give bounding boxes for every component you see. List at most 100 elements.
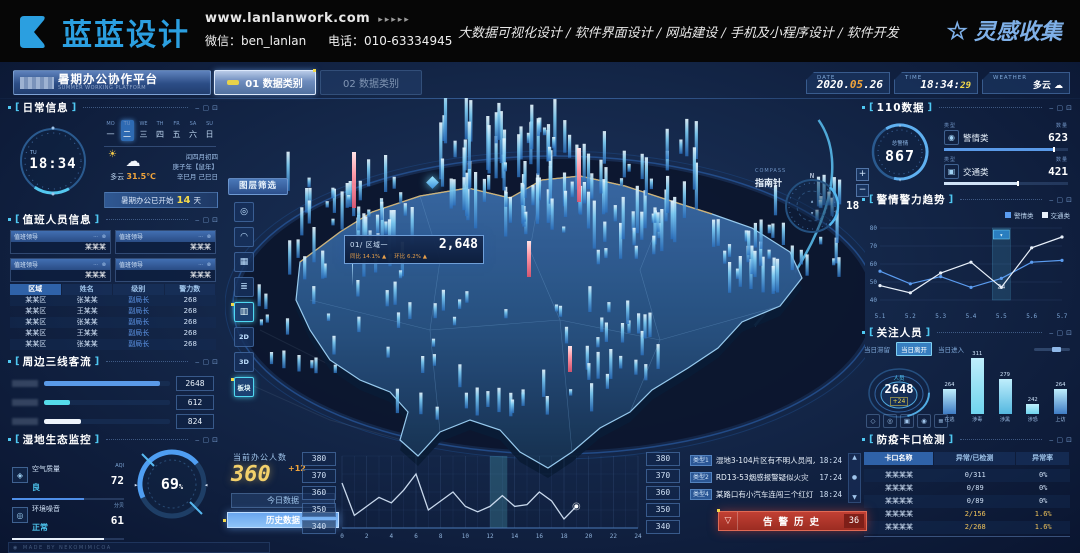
panel-title: 周边三线客流: [23, 354, 92, 369]
window-icon[interactable]: ▢: [1057, 104, 1064, 112]
flow-row: 824: [12, 414, 214, 428]
svg-text:5.7: 5.7: [1057, 313, 1068, 320]
expand-icon[interactable]: ⊡: [1066, 436, 1072, 444]
expand-icon[interactable]: ⊡: [212, 358, 218, 366]
layer-button-3d[interactable]: 3D: [234, 352, 254, 372]
table-row[interactable]: 某某区王某某副局长268: [10, 328, 216, 339]
tab-stay-today[interactable]: 当日滞留: [864, 344, 890, 354]
table-row[interactable]: 某某区张某某副局长268: [10, 317, 216, 328]
svg-text:▴: ▴: [810, 198, 814, 205]
mini-slider[interactable]: [1034, 348, 1070, 351]
duty-card[interactable]: 值班领导⋯ ⊗ 某某某: [115, 230, 216, 254]
alert-row[interactable]: 类型2 RD13-53烟感报警疑似火灾 17:24: [690, 470, 842, 484]
police-icon: ◉: [944, 130, 959, 145]
focus-bar[interactable]: 264上访: [1053, 382, 1068, 423]
svg-text:0: 0: [340, 533, 344, 540]
tab-entered-today[interactable]: 当日进入: [938, 344, 964, 354]
focus-bar-chart[interactable]: 264在逃311涉毒279涉黑242涉恐264上访: [942, 357, 1068, 423]
tab-data-category-2[interactable]: 02 数据类别: [320, 70, 422, 95]
panel-title: 湿地生态监控: [23, 432, 92, 447]
compass-north-label: N: [810, 172, 814, 180]
svg-text:18: 18: [560, 533, 568, 540]
table-row[interactable]: 某某某某2/2681.6%: [864, 521, 1070, 534]
svg-text:24: 24: [634, 533, 642, 540]
alert-scrollbar[interactable]: ▲●▼: [848, 453, 861, 503]
layer-button-list[interactable]: ≣: [234, 277, 254, 297]
redacted-line-label: [12, 418, 38, 425]
tooltip-value: 2,648: [439, 237, 478, 252]
window-icon[interactable]: ▢: [1057, 436, 1064, 444]
svg-text:40: 40: [870, 297, 878, 304]
alarm-count-badge: 36: [844, 514, 864, 528]
window-icon[interactable]: ▢: [203, 104, 210, 112]
expand-icon[interactable]: ⊡: [212, 104, 218, 112]
table-row[interactable]: 某某区张某某副局长268: [10, 295, 216, 306]
warning-triangle-icon: ▽: [719, 512, 738, 530]
table-row[interactable]: 某某某某2/1561.6%: [864, 508, 1070, 521]
layer-button-grid[interactable]: ▦: [234, 252, 254, 272]
window-icon[interactable]: ▢: [203, 358, 210, 366]
minimize-icon[interactable]: ‒: [1049, 196, 1053, 204]
layer-button-blocks[interactable]: 板块: [234, 377, 254, 397]
office-line-chart[interactable]: 024681012141618202224: [338, 450, 642, 542]
minimize-icon[interactable]: ‒: [195, 358, 199, 366]
expand-icon[interactable]: ⊡: [212, 216, 218, 224]
minimize-icon[interactable]: ‒: [195, 104, 199, 112]
panel-title: 日常信息: [23, 100, 69, 115]
duty-table: 区域姓名 级别警力数 某某区张某某副局长268 某某区王某某副局长268 某某区…: [10, 284, 216, 350]
panel-title: 值班人员信息: [23, 212, 92, 227]
total-alerts-ring: ▴ ▾ 总警情 867: [868, 120, 932, 184]
duty-card[interactable]: 值班领导⋯ ⊗ 某某某: [10, 258, 111, 282]
svg-text:5.6: 5.6: [1026, 313, 1037, 320]
minimize-icon[interactable]: ‒: [1049, 436, 1053, 444]
alert-row[interactable]: 类型1 湿地3-104片区有不明人员闯入 18:24: [690, 453, 842, 467]
window-icon[interactable]: ▢: [203, 216, 210, 224]
table-row[interactable]: 某某某某0/3110%: [864, 469, 1070, 482]
layer-button-poi[interactable]: ◎: [234, 202, 254, 222]
focus-bar[interactable]: 279涉黑: [998, 372, 1013, 423]
lunar-calendar: 闰四月初四庚子年【鼠年】辛巳月 己巳日: [158, 152, 218, 182]
layer-button-2d[interactable]: 2D: [234, 327, 254, 347]
table-header-row: 区域姓名 级别警力数: [10, 284, 216, 295]
minimize-icon[interactable]: ‒: [1049, 104, 1053, 112]
panel-checkpoint: [防疫卡口检测] ‒▢⊡ 卡口名称异常/已检测异常率 某某某某0/3110% 某…: [862, 432, 1072, 544]
window-icon[interactable]: ▢: [1057, 196, 1064, 204]
website-link[interactable]: www.lanlanwork.com: [205, 11, 370, 26]
cuffs-icon: ◇: [866, 414, 880, 428]
expand-icon[interactable]: ⊡: [1066, 104, 1072, 112]
expand-icon[interactable]: ⊡: [1066, 329, 1072, 337]
summer-days-banner: 暑期办公已开始14天: [104, 192, 218, 208]
svg-text:20: 20: [585, 533, 593, 540]
compass[interactable]: N ▴ ▾: [778, 170, 846, 238]
tab-left-today[interactable]: 当日离开: [896, 342, 932, 356]
scroll-up-icon: ▲: [852, 454, 857, 462]
svg-text:2: 2: [365, 533, 369, 540]
window-icon[interactable]: ▢: [1057, 329, 1064, 337]
noise-item: ◎ 环境噪音正常 分贝61: [12, 496, 124, 540]
y-tick: 360: [646, 486, 680, 500]
focus-bar[interactable]: 242涉恐: [1025, 397, 1040, 423]
expand-icon[interactable]: ⊡: [1066, 196, 1072, 204]
mask-icon: ▣: [900, 414, 914, 428]
air-quality-icon: ◈: [12, 467, 28, 483]
table-row[interactable]: 某某某某0/890%: [864, 482, 1070, 495]
tab-data-category-1[interactable]: 01 数据类别: [214, 70, 316, 95]
alert-row[interactable]: 类型4 某路口有小汽车连闯三个红灯 18:24: [690, 487, 842, 501]
layer-button-radar[interactable]: ◠: [234, 227, 254, 247]
minimize-icon[interactable]: ‒: [1049, 329, 1053, 337]
trend-line-chart[interactable]: 8070605040▾245.15.25.35.45.55.65.7: [864, 222, 1070, 322]
alarm-history-bar[interactable]: ▽ 告警历史 36: [718, 511, 867, 531]
duty-card[interactable]: 值班领导⋯ ⊗ 某某某: [10, 230, 111, 254]
layer-button-bars[interactable]: ▥: [234, 302, 254, 322]
table-row[interactable]: 某某区张某某副局长268: [10, 339, 216, 350]
table-row[interactable]: 某某某某0/890%: [864, 495, 1070, 508]
focus-bar[interactable]: 311涉毒: [970, 351, 985, 423]
svg-text:5.5: 5.5: [996, 313, 1007, 320]
contact-block: www.lanlanwork.com▸▸▸▸▸ 微信：ben_lanlan 电话…: [205, 11, 470, 49]
alert-tag: 类型2: [690, 472, 712, 483]
inspiration-collect-button[interactable]: ☆ 灵感收集: [946, 14, 1062, 46]
table-row[interactable]: 某某区王某某副局长268: [10, 306, 216, 317]
week-calendar: MO一 TU二 WE三 TH四 FR五 SA六 SU日: [104, 120, 216, 141]
duty-card[interactable]: 值班领导⋯ ⊗ 某某某: [115, 258, 216, 282]
minimize-icon[interactable]: ‒: [195, 216, 199, 224]
